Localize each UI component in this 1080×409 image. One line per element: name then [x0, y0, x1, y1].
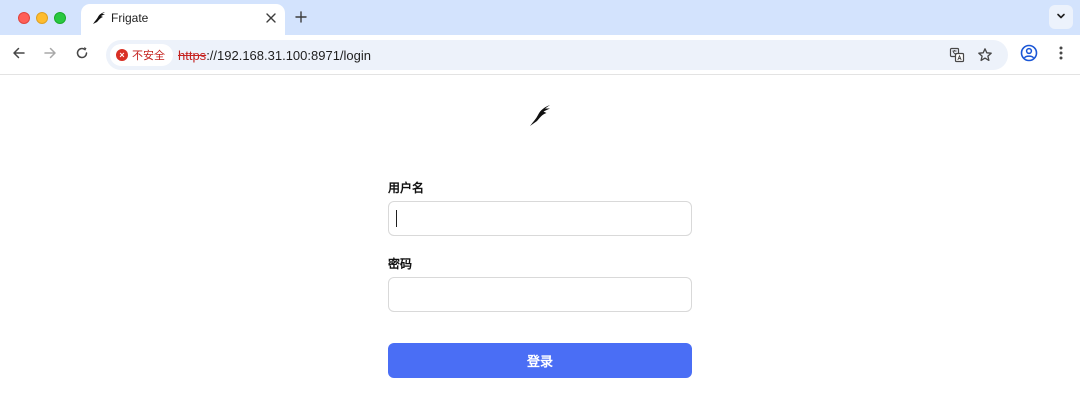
password-label: 密码	[388, 257, 413, 271]
reload-button[interactable]	[70, 43, 94, 67]
close-tab-icon[interactable]	[263, 10, 279, 26]
browser-menu-button[interactable]	[1049, 43, 1073, 67]
username-label: 用户名	[388, 181, 425, 195]
warning-icon: ×	[116, 49, 128, 61]
login-page: 用户名 密码 登录	[0, 76, 1080, 409]
frigate-bird-icon	[91, 10, 107, 26]
new-tab-button[interactable]	[291, 7, 311, 27]
site-security-chip[interactable]: × 不安全	[110, 44, 173, 66]
arrow-left-icon	[12, 46, 26, 65]
username-field-wrapper	[388, 201, 692, 236]
security-label: 不安全	[132, 50, 165, 62]
star-icon[interactable]	[976, 46, 994, 64]
login-button[interactable]: 登录	[388, 343, 692, 378]
tab-title: Frigate	[111, 11, 149, 25]
translate-icon[interactable]	[948, 46, 966, 64]
text-caret	[396, 210, 397, 227]
password-input[interactable]	[388, 277, 692, 312]
url-text: https://192.168.31.100:8971/login	[178, 48, 371, 63]
back-button[interactable]	[7, 43, 31, 67]
username-input[interactable]	[388, 201, 692, 236]
address-bar[interactable]: × 不安全 https://192.168.31.100:8971/login	[106, 40, 1008, 70]
profile-icon	[1020, 44, 1038, 67]
kebab-menu-icon	[1058, 45, 1064, 66]
tab-strip: Frigate	[0, 0, 1080, 35]
close-window-button[interactable]	[18, 12, 30, 24]
url-scheme: https	[178, 48, 207, 63]
forward-button[interactable]	[38, 43, 62, 67]
chevron-down-icon	[1056, 8, 1066, 26]
arrow-right-icon	[43, 46, 57, 65]
frigate-bird-logo	[527, 102, 553, 128]
minimize-window-button[interactable]	[36, 12, 48, 24]
browser-toolbar: × 不安全 https://192.168.31.100:8971/login	[0, 35, 1080, 75]
browser-window: Frigate × 不安全 https://192.168.31.100:897…	[0, 0, 1080, 409]
profile-button[interactable]	[1017, 43, 1041, 67]
url-host-path: ://192.168.31.100:8971/login	[206, 48, 371, 63]
reload-icon	[75, 46, 89, 65]
tab-search-button[interactable]	[1049, 5, 1073, 29]
tab-frigate[interactable]: Frigate	[81, 4, 285, 35]
maximize-window-button[interactable]	[54, 12, 66, 24]
